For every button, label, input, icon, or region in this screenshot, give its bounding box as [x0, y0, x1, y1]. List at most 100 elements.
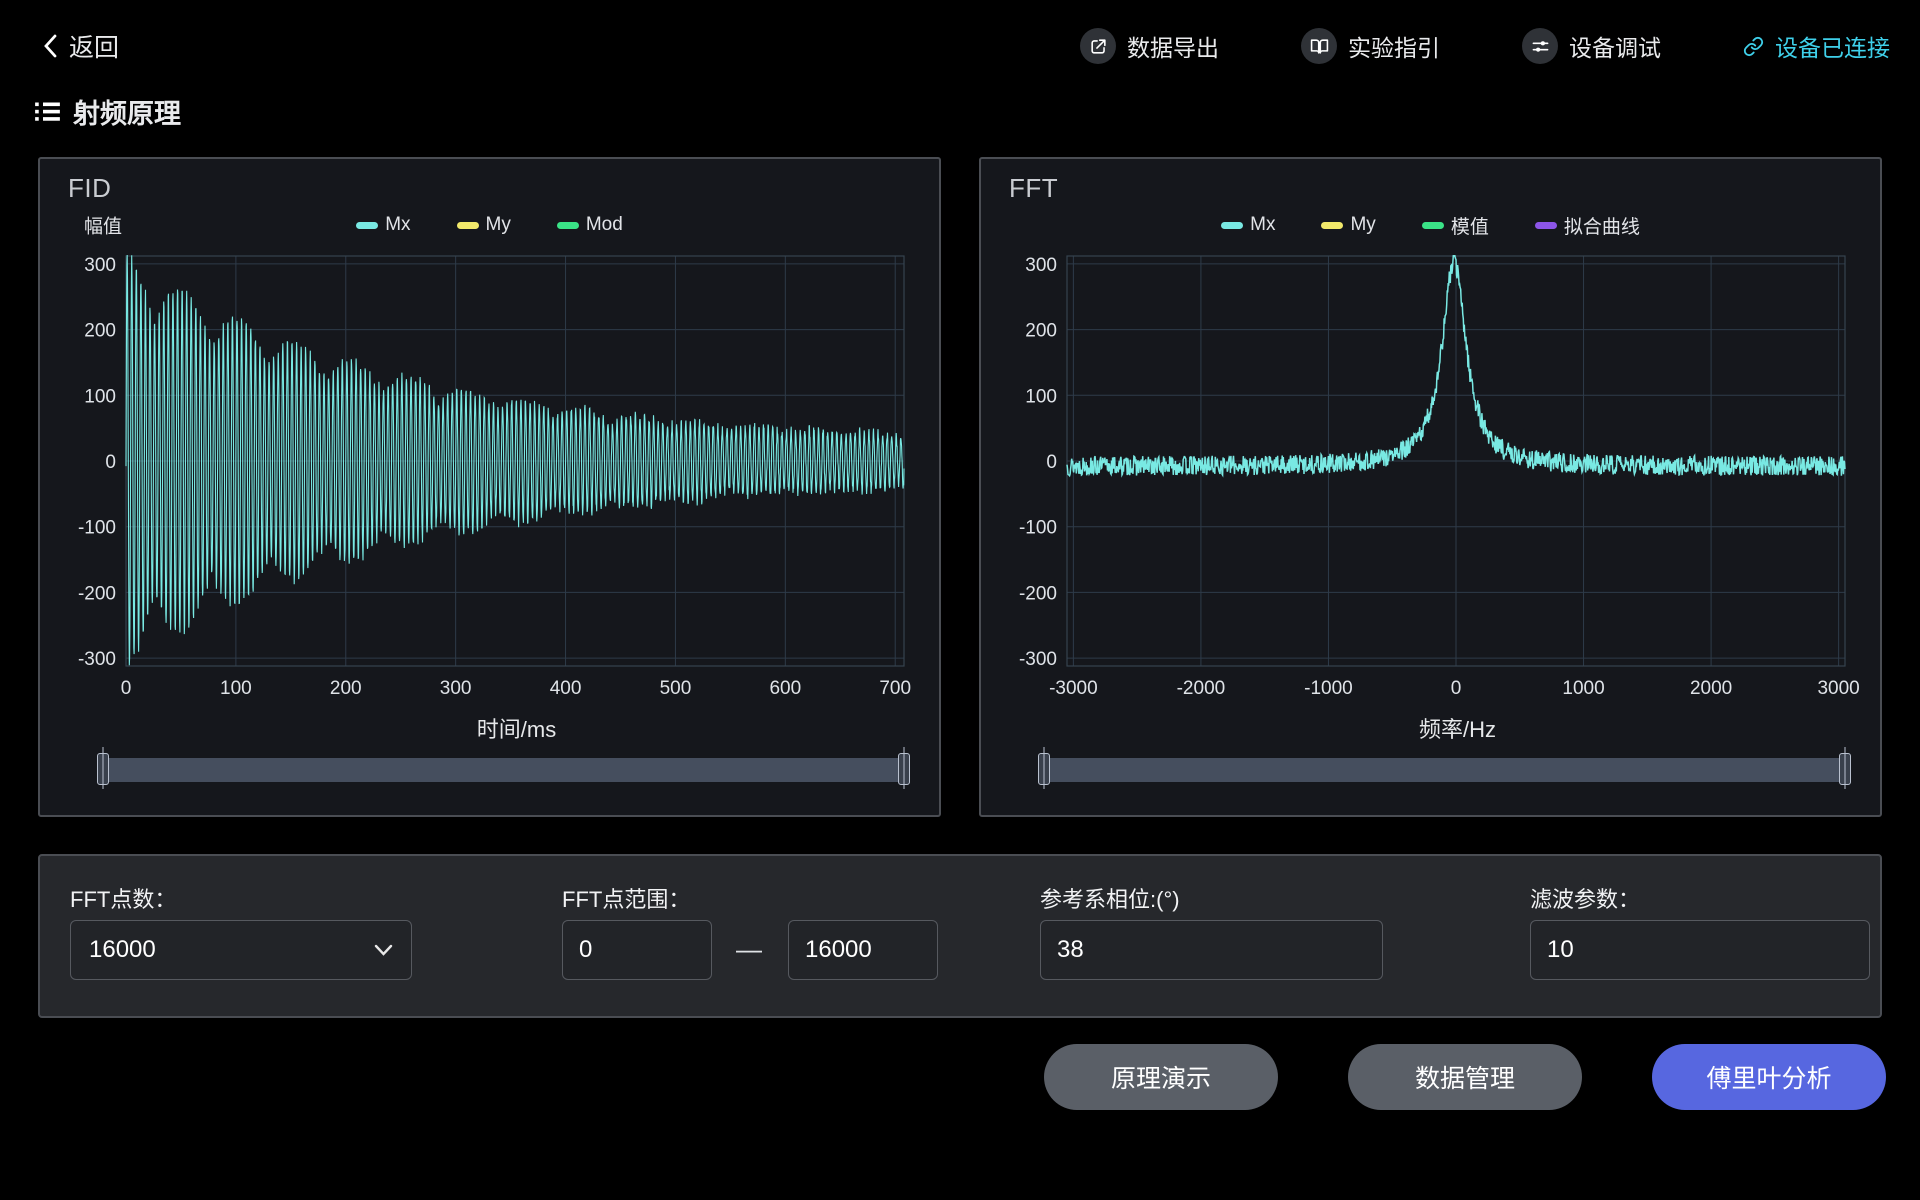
book-icon — [1310, 38, 1328, 54]
legend-label: Mod — [585, 214, 623, 235]
slider-track[interactable] — [1043, 758, 1846, 782]
legend-item-拟合曲线[interactable]: 拟合曲线 — [1534, 212, 1640, 239]
chart-title-fft: FFT — [1009, 173, 1059, 203]
x-axis-title: 频率/Hz — [1418, 717, 1496, 742]
legend-label: 模值 — [1450, 216, 1489, 238]
list-icon — [35, 102, 60, 121]
x-tick-label: 500 — [660, 678, 692, 699]
slider-handle-right[interactable] — [898, 753, 910, 785]
legend-row: Mx My 模值 拟合曲线 — [1001, 208, 1860, 242]
back-chevron-icon — [44, 34, 57, 58]
legend-label: My — [485, 214, 511, 235]
y-tick-label: 100 — [84, 386, 116, 407]
x-tick-label: -2000 — [1177, 678, 1226, 699]
fft-range-to-input[interactable] — [788, 920, 938, 980]
x-tick-label: 400 — [550, 678, 582, 699]
legend-item-My[interactable]: My — [456, 214, 511, 236]
page-title-row: 射频原理 — [0, 64, 1920, 131]
top-bar: 返回 数据导出 实验指引 设备调试 设备已连接 — [0, 0, 1920, 64]
y-tick-label: 300 — [1025, 255, 1057, 276]
fft-range-from-input[interactable] — [562, 920, 712, 980]
legend-item-Mod[interactable]: Mod — [556, 214, 623, 236]
x-tick-label: 700 — [879, 678, 911, 699]
phase-input[interactable] — [1040, 920, 1383, 980]
y-tick-label: -300 — [1019, 649, 1057, 670]
legend-marker — [1221, 221, 1244, 229]
legend-marker — [1534, 221, 1557, 229]
x-tick-label: -3000 — [1049, 678, 1098, 699]
x-tick-label: 100 — [220, 678, 252, 699]
chart-title-fid: FID — [68, 173, 112, 203]
y-tick-label: 200 — [84, 321, 116, 342]
y-tick-label: -200 — [1019, 583, 1057, 604]
charts-row: FID 幅值 Mx My Mod 300 200 100 0 -100 -200 -300 0 100 20… — [38, 157, 1882, 817]
legend-marker — [1421, 221, 1444, 229]
x-tick-label: 2000 — [1690, 678, 1732, 699]
nav-item-export[interactable]: 数据导出 — [1080, 28, 1219, 64]
y-tick-label: 300 — [84, 255, 116, 276]
filter-label: 滤波参数： — [1530, 887, 1641, 912]
link-icon — [1743, 36, 1764, 56]
y-tick-label: 100 — [1025, 386, 1057, 407]
y-tick-label: -100 — [1019, 518, 1057, 539]
nav-item-label: 设备调试 — [1569, 35, 1661, 61]
legend-row: 幅值 Mx My Mod — [60, 208, 919, 242]
nav-item-label: 设备已连接 — [1775, 35, 1890, 61]
y-tick-label: 200 — [1025, 321, 1057, 342]
slider-track[interactable] — [102, 758, 905, 782]
series-Mx — [125, 255, 905, 666]
legend-item-My[interactable]: My — [1321, 214, 1376, 236]
legend-label: Mx — [1250, 214, 1276, 235]
chart-panel-fft: FFT Mx My 模值 拟合曲线 300 200 100 0 -100 -200 -300 -3000… — [979, 157, 1882, 817]
x-tick-label: 200 — [330, 678, 362, 699]
legend-item-Mx[interactable]: Mx — [1221, 214, 1275, 236]
y-tick-label: 0 — [1046, 452, 1057, 473]
legend-item-Mx[interactable]: Mx — [356, 214, 411, 236]
x-tick-label: 300 — [440, 678, 472, 699]
nav-icon-circle — [1080, 28, 1116, 64]
slider-handle-right[interactable] — [1839, 753, 1851, 785]
nav-item-debug[interactable]: 设备调试 — [1522, 28, 1661, 64]
page-title: 射频原理 — [73, 99, 181, 129]
chart-panel-fid: FID 幅值 Mx My Mod 300 200 100 0 -100 -200 -300 0 100 20… — [38, 157, 941, 817]
back-label: 返回 — [69, 34, 120, 62]
phase-label: 参考系相位:(°) — [1040, 887, 1180, 912]
chevron-down-icon — [374, 944, 393, 956]
y-tick-label: -200 — [78, 583, 116, 604]
slider-handle-left[interactable] — [1038, 753, 1050, 785]
y-axis-label: 幅值 — [84, 216, 123, 238]
data-button[interactable]: 数据管理 — [1348, 1044, 1582, 1110]
nav-item-label: 数据导出 — [1127, 35, 1219, 61]
nav-icon-circle — [1301, 28, 1337, 64]
y-tick-label: -300 — [78, 649, 116, 670]
range-slider-fft[interactable] — [1038, 750, 1851, 790]
sliders-icon — [1532, 40, 1548, 52]
nav-icon-circle — [1522, 28, 1558, 64]
fourier-button[interactable]: 傅里叶分析 — [1652, 1044, 1886, 1110]
back-button[interactable]: 返回 — [40, 28, 119, 64]
demo-button[interactable]: 原理演示 — [1044, 1044, 1278, 1110]
controls-panel: FFT点数： 16000 FFT点范围： — 参考系相位:(°) 滤波参数： — [38, 854, 1882, 1018]
nav-item-label: 实验指引 — [1348, 35, 1440, 61]
x-axis-title: 时间/ms — [476, 717, 557, 742]
fft-points-select[interactable]: 16000 — [70, 920, 412, 980]
legend-marker — [1321, 221, 1344, 229]
fft-points-label: FFT点数： — [70, 887, 177, 912]
legend-label: 拟合曲线 — [1563, 216, 1640, 238]
legend-label: Mx — [385, 214, 411, 235]
legend-marker — [556, 221, 579, 229]
y-tick-label: 0 — [105, 452, 116, 473]
app-root: 返回 数据导出 实验指引 设备调试 设备已连接 射频原理 FID 幅值 Mx My Mod 30… — [0, 0, 1920, 1110]
x-tick-label: 3000 — [1817, 678, 1859, 699]
x-tick-label: 0 — [1451, 678, 1462, 699]
x-tick-label: 600 — [769, 678, 801, 699]
filter-input[interactable] — [1530, 920, 1870, 980]
legend-item-模值[interactable]: 模值 — [1421, 212, 1489, 239]
range-separator: — — [736, 934, 762, 964]
y-tick-label: -100 — [78, 518, 116, 539]
nav-item-status[interactable]: 设备已连接 — [1743, 29, 1890, 63]
range-slider-fid[interactable] — [97, 750, 910, 790]
legend-marker — [456, 221, 479, 229]
slider-handle-left[interactable] — [97, 753, 109, 785]
nav-item-guide[interactable]: 实验指引 — [1301, 28, 1440, 64]
